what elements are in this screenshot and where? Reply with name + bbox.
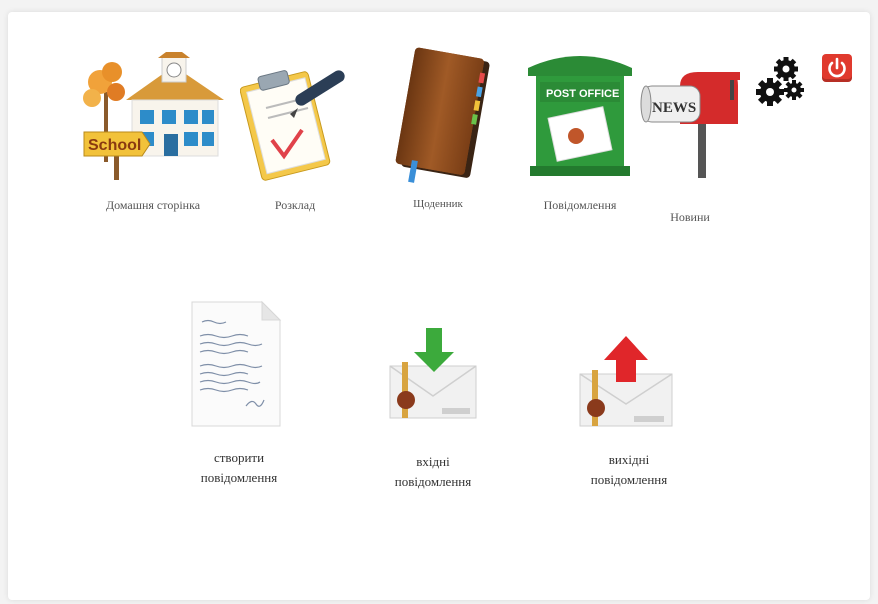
page: School Домашня сторінка Розклад Щоденник…	[8, 12, 870, 600]
gears-icon	[756, 57, 804, 106]
nav-label-diary: Щоденник	[413, 198, 463, 210]
nav-label-news: Новини	[670, 210, 710, 224]
nav-item-schedule[interactable]: Розклад	[240, 56, 350, 212]
inbox-button[interactable]: вхідні повідомлення	[368, 326, 498, 492]
nav-item-news[interactable]: NEWS Новини	[638, 68, 742, 224]
outbox-label: вихідні повідомлення	[564, 450, 694, 490]
notebook-icon	[395, 47, 490, 183]
create-message-label-line2: повідомлення	[200, 470, 278, 485]
inbox-label-line2: повідомлення	[394, 474, 472, 489]
nav-label-messages: Повідомлення	[543, 198, 617, 212]
nav-item-home[interactable]: School Домашня сторінка	[78, 52, 228, 212]
post-office-icon: POST OFFICE	[528, 56, 632, 176]
create-message-label: створити повідомлення	[174, 448, 304, 488]
post-office-text: POST OFFICE	[546, 88, 619, 100]
logout-button[interactable]	[822, 54, 852, 82]
clipboard-pen-icon	[240, 70, 345, 181]
outbox-envelope-icon	[579, 336, 673, 427]
school-icon: School	[83, 52, 224, 180]
inbox-label: вхідні повідомлення	[368, 452, 498, 492]
nav-label-home: Домашня сторінка	[105, 198, 201, 212]
news-text: NEWS	[652, 100, 696, 116]
nav-item-messages[interactable]: POST OFFICE Повідомлення	[522, 48, 638, 212]
nav-label-schedule: Розклад	[274, 198, 316, 212]
settings-button[interactable]	[756, 56, 806, 110]
inbox-envelope-icon	[389, 328, 477, 419]
handwritten-letter-icon	[191, 300, 282, 427]
inbox-label-line1: вхідні	[416, 454, 450, 469]
school-sign-text: School	[88, 137, 141, 154]
create-message-label-line1: створити	[213, 450, 265, 465]
nav-item-diary[interactable]: Щоденник	[380, 46, 496, 212]
news-mailbox-icon: NEWS	[640, 72, 740, 178]
outbox-label-line2: повідомлення	[590, 472, 668, 487]
outbox-label-line1: вихідні	[608, 452, 650, 467]
power-icon	[828, 57, 846, 78]
outbox-button[interactable]: вихідні повідомлення	[564, 326, 694, 492]
create-message-button[interactable]: створити повідомлення	[174, 300, 304, 490]
